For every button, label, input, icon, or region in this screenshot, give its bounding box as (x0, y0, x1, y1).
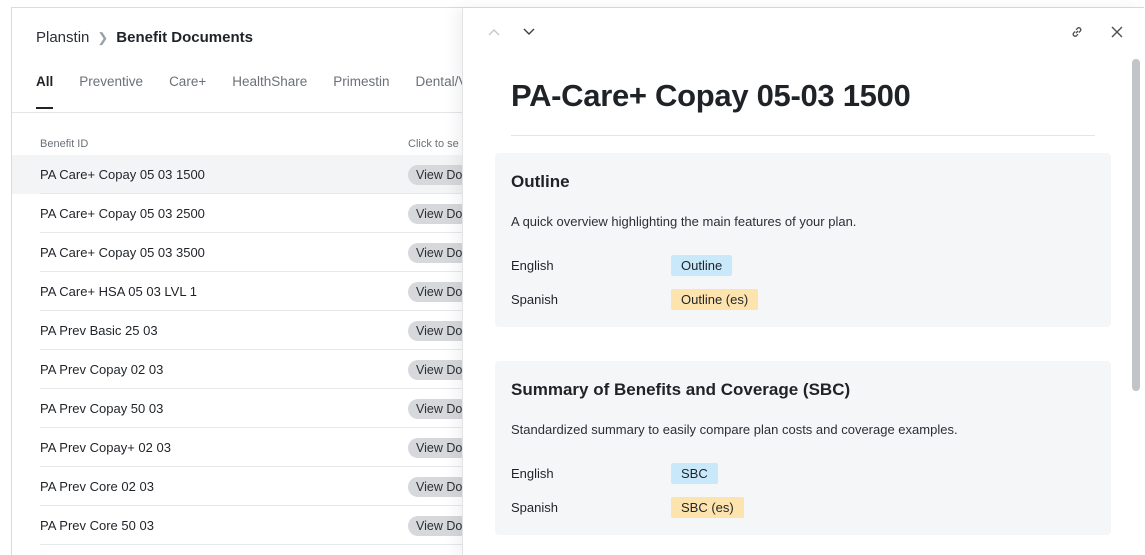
language-label: English (511, 258, 554, 273)
language-label: Spanish (511, 292, 558, 307)
benefit-id: PA Prev Copay 02 03 (40, 362, 164, 377)
table-row[interactable]: PA Care+ HSA 05 03 LVL 1 View Do (12, 272, 472, 311)
benefit-id: PA Prev Core 50 03 (40, 518, 154, 533)
breadcrumb-separator-icon: ❯ (97, 29, 109, 45)
benefit-id: PA Care+ HSA 05 03 LVL 1 (40, 284, 197, 299)
breadcrumb-root-link[interactable]: Planstin (36, 29, 89, 46)
tabs-divider (12, 112, 472, 113)
tab-care-plus[interactable]: Care+ (169, 74, 206, 109)
table-row[interactable]: PA Prev Core 50 03 View Do (12, 506, 472, 545)
sbc-section: Summary of Benefits and Coverage (SBC) S… (495, 361, 1111, 535)
benefit-id: PA Care+ Copay 05 03 1500 (40, 167, 205, 182)
section-description: Standardized summary to easily compare p… (511, 422, 958, 437)
breadcrumb-current: Benefit Documents (116, 29, 253, 46)
table-row[interactable]: PA Prev Core 02 03 View Do (12, 467, 472, 506)
tab-healthshare[interactable]: HealthShare (232, 74, 307, 109)
section-description: A quick overview highlighting the main f… (511, 214, 857, 229)
sbc-english-link[interactable]: SBC (671, 463, 718, 484)
view-documents-button[interactable]: View Do (408, 516, 471, 536)
table-row[interactable]: PA Prev Copay+ 02 03 View Do (12, 428, 472, 467)
section-title: Summary of Benefits and Coverage (SBC) (511, 380, 851, 399)
sbc-spanish-link[interactable]: SBC (es) (671, 497, 744, 518)
benefit-id: PA Prev Copay 50 03 (40, 401, 164, 416)
breadcrumb: Planstin ❯ Benefit Documents (36, 29, 253, 46)
link-icon[interactable] (1066, 21, 1088, 43)
table-row[interactable]: PA Prev Copay 50 03 View Do (12, 389, 472, 428)
table-row[interactable]: PA Prev Copay 02 03 View Do (12, 350, 472, 389)
view-documents-button[interactable]: View Do (408, 438, 471, 458)
chevron-down-icon[interactable] (518, 21, 540, 43)
close-icon[interactable] (1106, 21, 1128, 43)
tab-dental-vision[interactable]: Dental/V (416, 74, 468, 109)
panel-scrollbar[interactable] (1132, 59, 1140, 391)
benefit-id: PA Care+ Copay 05 03 3500 (40, 245, 205, 260)
category-tabs: All Preventive Care+ HealthShare Primest… (36, 74, 472, 109)
outline-spanish-link[interactable]: Outline (es) (671, 289, 759, 310)
column-header-action[interactable]: Click to se (408, 138, 459, 150)
table-row[interactable]: PA Prev Basic 25 03 View Do (12, 311, 472, 350)
document-title: PA-Care+ Copay 05-03 1500 (511, 78, 911, 113)
view-documents-button[interactable]: View Do (408, 165, 471, 185)
view-documents-button[interactable]: View Do (408, 243, 471, 263)
view-documents-button[interactable]: View Do (408, 204, 471, 224)
benefit-id: PA Prev Core 02 03 (40, 479, 154, 494)
benefit-id: PA Care+ Copay 05 03 2500 (40, 206, 205, 221)
view-documents-button[interactable]: View Do (408, 282, 471, 302)
tab-all[interactable]: All (36, 74, 54, 109)
benefit-id: PA Prev Basic 25 03 (40, 323, 158, 338)
language-label: Spanish (511, 500, 558, 515)
outline-english-link[interactable]: Outline (671, 255, 733, 276)
column-header-benefit-id[interactable]: Benefit ID (40, 138, 88, 150)
title-divider (511, 135, 1095, 136)
table-row[interactable]: PA Care+ Copay 05 03 2500 View Do (12, 194, 472, 233)
view-documents-button[interactable]: View Do (408, 321, 471, 341)
language-label: English (511, 466, 554, 481)
documents-list-pane: Planstin ❯ Benefit Documents All Prevent… (12, 8, 472, 555)
table-row[interactable]: PA Care+ Copay 05 03 1500 View Do (12, 155, 472, 194)
chevron-up-icon[interactable] (483, 21, 505, 43)
view-documents-button[interactable]: View Do (408, 360, 471, 380)
document-detail-panel: PA-Care+ Copay 05-03 1500 Outline A quic… (462, 8, 1144, 555)
benefit-id: PA Prev Copay+ 02 03 (40, 440, 171, 455)
section-title: Outline (511, 172, 570, 191)
outline-section: Outline A quick overview highlighting th… (495, 153, 1111, 327)
tab-primestin[interactable]: Primestin (333, 74, 389, 109)
table-row[interactable]: PA Care+ Copay 05 03 3500 View Do (12, 233, 472, 272)
view-documents-button[interactable]: View Do (408, 477, 471, 497)
tab-preventive[interactable]: Preventive (79, 74, 143, 109)
benefit-table-body: PA Care+ Copay 05 03 1500 View Do PA Car… (12, 155, 472, 545)
view-documents-button[interactable]: View Do (408, 399, 471, 419)
app-window: Planstin ❯ Benefit Documents All Prevent… (11, 7, 1144, 555)
